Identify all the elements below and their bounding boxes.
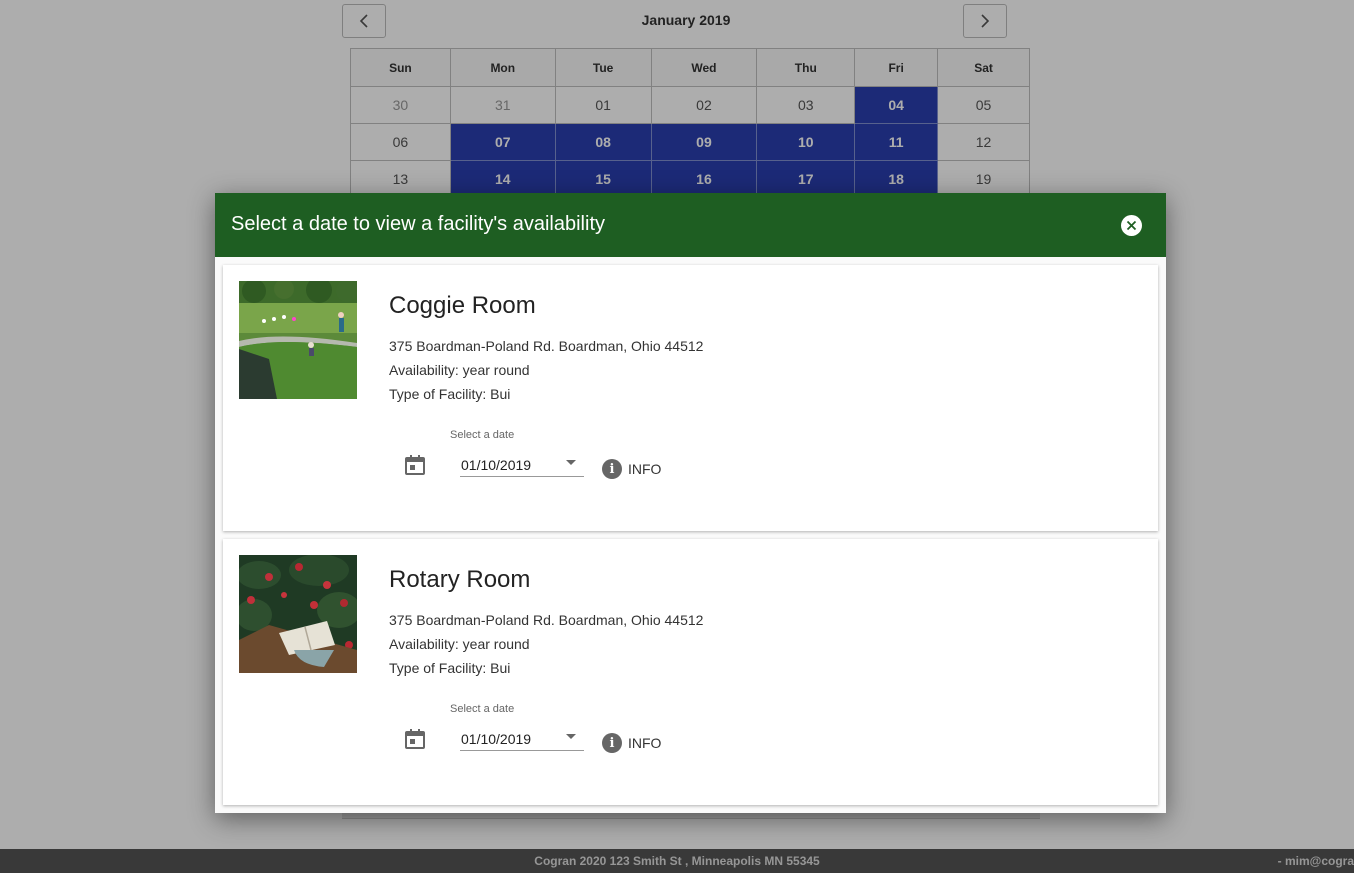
facility-address: 375 Boardman-Poland Rd. Boardman, Ohio 4… (389, 338, 704, 354)
modal-title: Select a date to view a facility's avail… (231, 213, 605, 235)
info-icon: i (602, 459, 622, 479)
facility-modal: Select a date to view a facility's avail… (215, 193, 1166, 813)
close-icon (1126, 220, 1137, 231)
info-icon: i (602, 733, 622, 753)
dropdown-arrow-icon (566, 460, 576, 465)
date-field-label: Select a date (450, 429, 515, 441)
facility-photo-park (239, 281, 357, 399)
calendar-icon[interactable] (404, 454, 426, 476)
date-select[interactable]: 01/10/2019 (460, 723, 584, 751)
facility-type: Type of Facility: Bui (389, 660, 511, 676)
date-value: 01/10/2019 (461, 457, 532, 473)
info-button[interactable]: i INFO (602, 457, 661, 481)
date-field-label: Select a date (450, 703, 515, 715)
facility-availability: Availability: year round (389, 362, 530, 378)
date-value: 01/10/2019 (461, 731, 532, 747)
info-button[interactable]: i INFO (602, 731, 661, 755)
facility-card: Coggie Room 375 Boardman-Poland Rd. Boar… (223, 265, 1158, 531)
facility-name: Rotary Room (389, 566, 531, 593)
calendar-icon[interactable] (404, 728, 426, 750)
facility-photo-apples-book (239, 555, 357, 673)
close-button[interactable] (1121, 215, 1142, 236)
dropdown-arrow-icon (566, 734, 576, 739)
info-label: INFO (628, 735, 662, 751)
date-select[interactable]: 01/10/2019 (460, 449, 584, 477)
facility-address: 375 Boardman-Poland Rd. Boardman, Ohio 4… (389, 612, 704, 628)
modal-header: Select a date to view a facility's avail… (215, 193, 1166, 257)
facility-type: Type of Facility: Bui (389, 386, 511, 402)
info-label: INFO (628, 461, 662, 477)
facility-name: Coggie Room (389, 292, 536, 319)
facility-card: Rotary Room 375 Boardman-Poland Rd. Boar… (223, 539, 1158, 805)
facility-availability: Availability: year round (389, 636, 530, 652)
